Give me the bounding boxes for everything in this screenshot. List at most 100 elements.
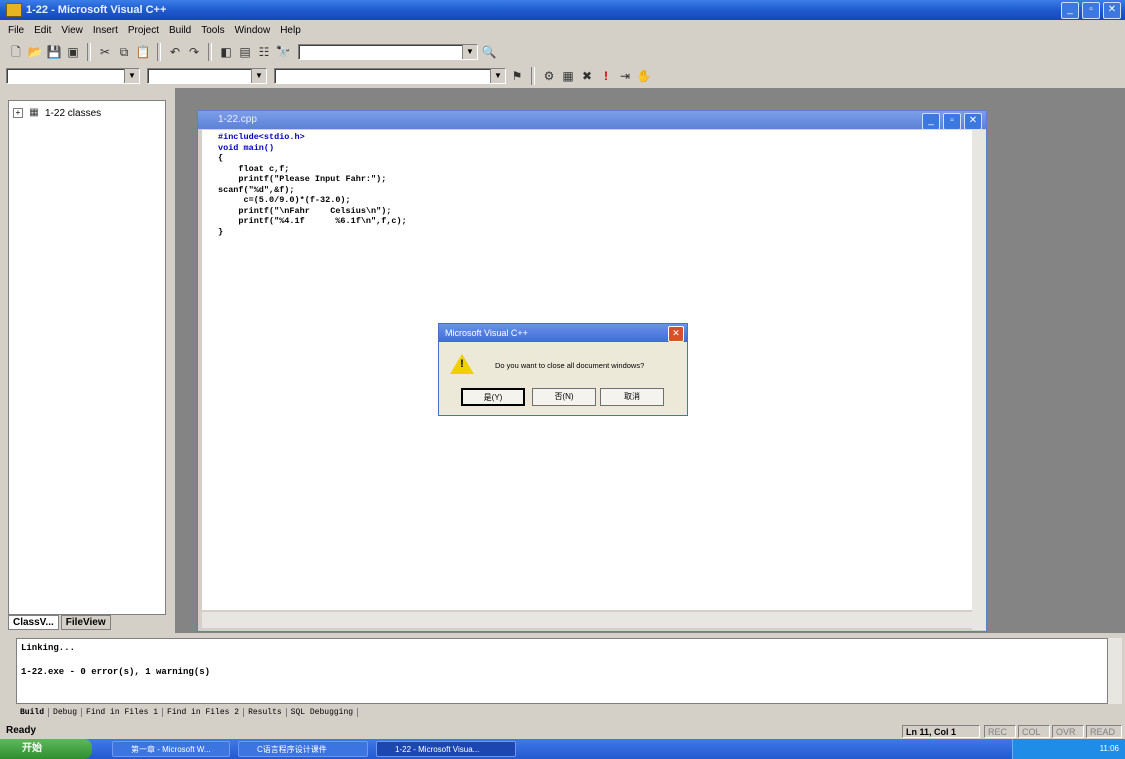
build-icon[interactable]: ▦ [560,68,576,84]
dialog-message: Do you want to close all document window… [495,361,645,370]
tab-debug[interactable]: Debug [49,707,83,717]
redo-icon[interactable]: ↷ [186,44,202,60]
go-icon[interactable]: ⇥ [617,68,633,84]
cut-icon[interactable]: ✂ [97,44,113,60]
class-combo[interactable]: ▼ [6,68,140,84]
window-title: 1-22 - Microsoft Visual C++ [26,4,167,16]
taskbar-item-visual-cpp[interactable]: 1-22 - Microsoft Visua... [376,741,516,757]
app-icon [6,3,22,17]
wizard-toolbar: ▼ ▼ ▼ ⚑ ⚙ ▦ ✖ ! ⇥ ✋ [6,64,652,88]
code-line: #include<stdio.h> [218,132,305,142]
taskbar-item-courseware[interactable]: C语言程序设计课件 [238,741,368,757]
menu-tools[interactable]: Tools [201,25,224,36]
editor-restore-button[interactable]: ▫ [943,113,961,130]
copy-icon[interactable]: ⧉ [116,44,132,60]
read-indicator: READ [1086,725,1122,738]
tab-fileview[interactable]: FileView [60,615,111,630]
source-code: #include<stdio.h> void main() { float c,… [202,130,972,239]
save-all-icon[interactable]: ▣ [65,44,81,60]
clock: 11:06 [1099,744,1119,753]
workspace-icon[interactable]: ◧ [218,44,234,60]
chevron-down-icon[interactable]: ▼ [251,69,266,83]
chevron-down-icon[interactable]: ▼ [462,45,477,59]
tab-results[interactable]: Results [244,707,287,717]
editor-minimize-button[interactable]: _ [922,113,940,130]
window-list-icon[interactable]: ☷ [256,44,272,60]
dialog-close-button[interactable]: ✕ [668,326,684,342]
standard-toolbar: 🗋 📂 💾 ▣ ✂ ⧉ 📋 ↶ ↷ ◧ ▤ ☷ 🔭 ▼ 🔍 [8,40,497,64]
code-line: } [218,226,224,237]
editor-vertical-scrollbar[interactable] [972,130,986,630]
workspace-tabs: ClassV... FileView [8,615,111,630]
yes-button[interactable]: 是(Y) [461,388,525,406]
code-line: float c,f; [218,163,290,174]
output-line: 1-22.exe - 0 error(s), 1 warning(s) [21,667,211,677]
status-bar: Ready Ln 11, Col 1 REC COL OVR READ [0,724,1125,739]
wizard-action-icon[interactable]: ⚑ [509,68,525,84]
tab-find-in-files-1[interactable]: Find in Files 1 [82,707,164,717]
menu-bar: File Edit View Insert Project Build Tool… [0,21,1125,39]
filter-combo[interactable]: ▼ [147,68,267,84]
code-line: void main() [218,142,275,153]
output-tabs: Build Debug Find in Files 1 Find in File… [16,705,359,719]
taskbar-item-word[interactable]: 第一章 - Microsoft W... [112,741,230,757]
classes-icon: ▦ [29,107,39,118]
paste-icon[interactable]: 📋 [135,44,151,60]
menu-file[interactable]: File [8,25,24,36]
tree-node-root[interactable]: + ▦ 1-22 classes [13,105,101,121]
editor-title-bar: 1-22.cpp _ ▫ ✕ [198,111,986,130]
code-line: printf("Please Input Fahr:"); [218,174,387,184]
tab-classview[interactable]: ClassV... [8,615,59,630]
chevron-down-icon[interactable]: ▼ [490,69,505,83]
save-icon[interactable]: 💾 [46,44,62,60]
output-window-icon[interactable]: ▤ [237,44,253,60]
open-folder-icon[interactable]: 📂 [27,44,43,60]
menu-insert[interactable]: Insert [93,25,118,36]
code-line: printf("%4.1f %6.1f\n",f,c); [218,216,407,226]
compile-icon[interactable]: ⚙ [541,68,557,84]
maximize-button[interactable]: ▫ [1082,2,1100,19]
output-pane[interactable]: Linking... 1-22.exe - 0 error(s), 1 warn… [16,638,1108,704]
cancel-button[interactable]: 取消 [600,388,664,406]
output-line: Linking... [21,643,76,653]
code-line: { [218,153,224,163]
no-button[interactable]: 否(N) [532,388,596,406]
code-line: printf("\nFahr Celsius\n"); [218,205,392,216]
menu-help[interactable]: Help [280,25,301,36]
execute-icon[interactable]: ! [598,68,614,84]
expand-icon[interactable]: + [13,108,23,118]
new-file-icon[interactable]: 🗋 [8,44,24,60]
dialog-title: Microsoft Visual C++ [445,328,528,338]
close-button[interactable]: ✕ [1103,2,1121,19]
find-icon[interactable]: 🔍 [481,44,497,60]
members-combo[interactable]: ▼ [274,68,506,84]
stop-build-icon[interactable]: ✖ [579,68,595,84]
class-tree[interactable]: + ▦ 1-22 classes [8,100,166,615]
undo-icon[interactable]: ↶ [167,44,183,60]
find-in-files-icon[interactable]: 🔭 [275,44,291,60]
cursor-position: Ln 11, Col 1 [902,725,980,738]
minimize-button[interactable]: _ [1061,2,1079,19]
editor-close-button[interactable]: ✕ [964,113,982,130]
tab-find-in-files-2[interactable]: Find in Files 2 [163,707,245,717]
tab-sql-debugging[interactable]: SQL Debugging [287,707,359,717]
start-button[interactable]: 开始 [0,739,92,759]
col-indicator: COL [1018,725,1050,738]
dialog-title-bar: Microsoft Visual C++ ✕ [439,324,687,342]
code-line: scanf("%d",&f); [218,184,295,195]
editor-title: 1-22.cpp [218,114,257,125]
menu-view[interactable]: View [61,25,83,36]
editor-horizontal-scrollbar[interactable] [202,612,972,628]
find-combo[interactable]: ▼ [298,44,478,60]
code-line: c=(5.0/9.0)*(f-32.0); [218,195,351,205]
chevron-down-icon[interactable]: ▼ [124,69,139,83]
menu-window[interactable]: Window [235,25,271,36]
menu-project[interactable]: Project [128,25,159,36]
output-scrollbar[interactable] [1108,638,1122,704]
status-text: Ready [6,725,37,736]
breakpoint-icon[interactable]: ✋ [636,68,652,84]
tree-root-label: 1-22 classes [45,107,102,119]
tab-build[interactable]: Build [16,707,50,717]
menu-build[interactable]: Build [169,25,191,36]
menu-edit[interactable]: Edit [34,25,51,36]
